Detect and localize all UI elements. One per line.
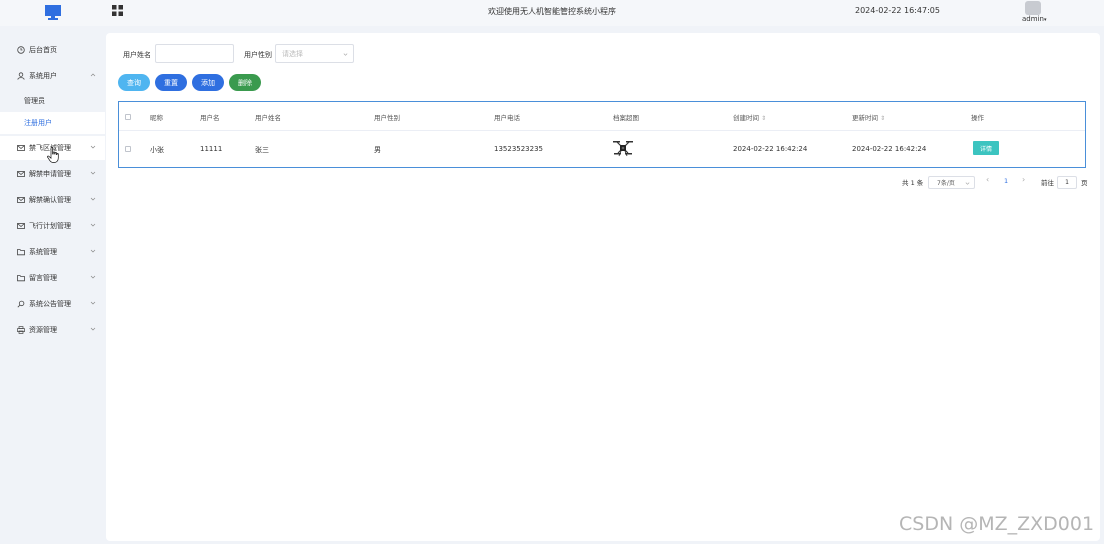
row-checkbox[interactable] [125,146,131,152]
chevron-down-icon [90,171,96,175]
sidebar-item-unlock-requests[interactable]: 解禁申请管理 [0,162,105,186]
cell-username: 11111 [200,145,223,153]
column-header: 用户姓名 [255,114,281,122]
printer-icon [17,326,25,334]
avatar[interactable] [1025,1,1041,15]
sidebar-item-label: 解禁确认管理 [29,196,71,204]
name-filter-label: 用户姓名 [123,51,151,59]
top-bar: 欢迎使用无人机智能管控系统小程序 2024-02-22 16:47:05 adm… [0,0,1104,26]
sidebar-item-label: 系统管理 [29,248,57,256]
current-datetime: 2024-02-22 16:47:05 [855,6,940,15]
sidebar-subitem-registered-users[interactable]: 注册用户 [0,112,105,134]
cell-name: 张三 [255,146,269,154]
cell-phone: 13523523235 [494,145,543,153]
sidebar-item-label: 飞行计划管理 [29,222,71,230]
users-table: 昵称 用户名 用户姓名 用户性别 用户电话 档案超图 创建时间 ⇕ 更新时间 ⇕… [118,101,1086,168]
sidebar-item-announcements[interactable]: 系统公告管理 [0,292,105,316]
chevron-up-icon [90,73,96,77]
envelope-icon [17,145,25,151]
sidebar-item-label: 系统用户 [29,72,57,80]
cell-gender: 男 [374,146,381,154]
select-all-checkbox[interactable] [125,114,131,120]
chevron-down-icon [90,249,96,253]
folder-icon [17,275,25,282]
sidebar-item-messages[interactable]: 留言管理 [0,266,105,290]
column-header-sortable[interactable]: 创建时间 ⇕ [733,112,766,122]
welcome-title: 欢迎使用无人机智能管控系统小程序 [488,7,616,16]
main-panel: 用户姓名 用户性别 请选择 查询 重置 添加 删除 昵称 用户名 用户姓名 用户… [106,33,1100,541]
detail-button[interactable]: 详情 [973,141,999,155]
clock-icon [17,46,25,54]
sidebar-item-label: 系统公告管理 [29,300,71,308]
gender-filter-placeholder: 请选择 [282,49,303,58]
envelope-icon [17,171,25,177]
sort-icon[interactable]: ⇕ [880,115,885,122]
sidebar-item-system-users[interactable]: 系统用户 [0,64,105,88]
column-header-sortable[interactable]: 更新时间 ⇕ [852,112,885,122]
user-menu[interactable]: admin▾ [1022,15,1046,23]
sidebar-item-label: 后台首页 [29,46,57,54]
goto-page-input[interactable]: 1 [1057,176,1077,189]
column-header: 档案超图 [613,114,639,122]
page-suffix: 页 [1081,179,1088,187]
gender-filter-select[interactable]: 请选择 [275,44,354,63]
chevron-down-icon [90,275,96,279]
page-number-current[interactable]: 1 [1004,177,1008,185]
chevron-down-icon [90,145,96,149]
cell-created: 2024-02-22 16:42:24 [733,145,808,153]
sidebar-item-unlock-confirmations[interactable]: 解禁确认管理 [0,188,105,212]
chevron-down-icon [90,223,96,227]
sidebar-item-label: 解禁申请管理 [29,170,71,178]
query-button[interactable]: 查询 [118,74,150,91]
chevron-down-icon: ▾ [1043,17,1047,23]
sidebar: 后台首页 系统用户 管理员 注册用户 禁飞区域管理 解禁申请管理 解禁确认管理 … [0,26,105,544]
column-header: 操作 [971,114,984,122]
next-page-button[interactable]: › [1022,175,1025,184]
sidebar-item-label: 留言管理 [29,274,57,282]
sidebar-subitem-admins[interactable]: 管理员 [0,90,105,112]
grid-menu-icon[interactable] [112,5,123,16]
envelope-icon [17,223,25,229]
chevron-down-icon [90,301,96,305]
page-size-value: 7条/页 [937,180,955,187]
sort-icon[interactable]: ⇕ [761,115,766,122]
hand-cursor-icon [47,147,59,163]
sidebar-subitem-label: 管理员 [24,97,45,105]
pagination-total: 共 1 条 [902,179,924,187]
folder-icon [17,249,25,256]
gender-filter-label: 用户性别 [244,51,272,59]
name-filter-input[interactable] [155,44,234,63]
chevron-down-icon [343,53,348,56]
sidebar-item-resources[interactable]: 资源管理 [0,318,105,342]
column-header: 用户性别 [374,114,400,122]
sidebar-item-dashboard[interactable]: 后台首页 [0,38,105,62]
cell-updated: 2024-02-22 16:42:24 [852,145,927,153]
goto-label: 前往 [1041,179,1054,187]
page-size-select[interactable]: 7条/页 [928,176,975,189]
column-header: 昵称 [150,114,163,122]
search-icon [17,300,25,308]
monitor-icon[interactable] [45,5,61,20]
drone-image[interactable] [612,138,634,158]
watermark: CSDN @MZ_ZXD001 [899,513,1095,535]
sidebar-subitem-label: 注册用户 [24,119,52,127]
user-name: admin [1022,15,1044,23]
column-header: 用户电话 [494,114,520,122]
delete-button[interactable]: 删除 [229,74,261,91]
prev-page-button[interactable]: ‹ [986,175,989,184]
header-divider [119,130,1085,131]
sidebar-item-system-management[interactable]: 系统管理 [0,240,105,264]
user-icon [17,72,25,80]
cell-nickname: 小张 [150,146,164,154]
column-header: 用户名 [200,114,220,122]
add-button[interactable]: 添加 [192,74,224,91]
chevron-down-icon [965,182,970,185]
sidebar-item-label: 资源管理 [29,326,57,334]
envelope-icon [17,197,25,203]
chevron-down-icon [90,327,96,331]
sidebar-item-flight-plans[interactable]: 飞行计划管理 [0,214,105,238]
reset-button[interactable]: 重置 [155,74,187,91]
chevron-down-icon [90,197,96,201]
